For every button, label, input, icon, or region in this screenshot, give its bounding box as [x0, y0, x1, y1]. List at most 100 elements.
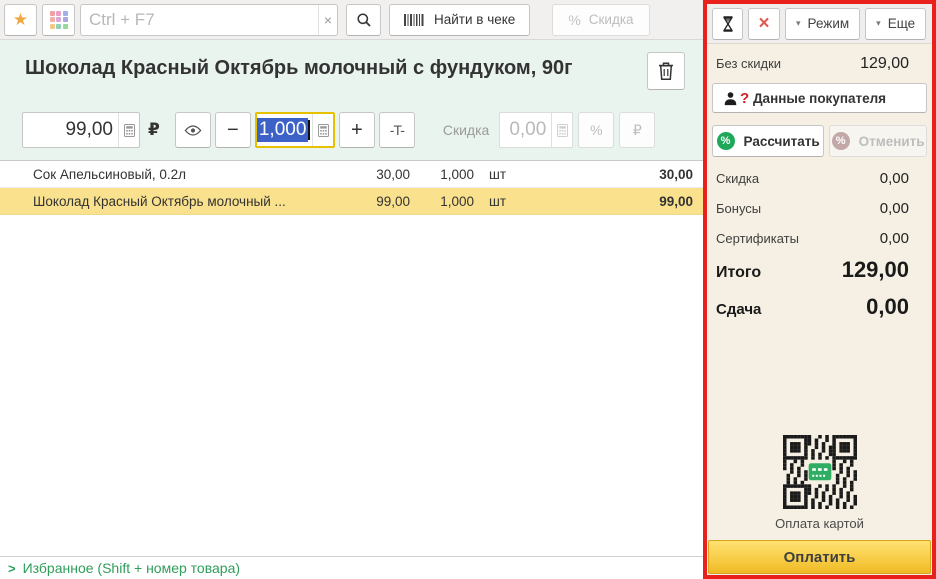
price-calculator-icon[interactable] [118, 113, 139, 147]
total-value: 129,00 [841, 257, 909, 282]
item-unit: шт [489, 166, 507, 182]
summary-row-discount: Скидка 0,00 [716, 170, 909, 187]
line-discount-label: Скидка [442, 122, 490, 138]
payment-panel: × ▾ Режим ▾ Еще Без скидки 129,00 ? Данн… [703, 0, 936, 579]
person-icon [724, 92, 737, 106]
card-icon [808, 463, 831, 481]
calculate-discounts-button[interactable]: % Рассчитать [712, 125, 825, 157]
chevron-down-icon: ▾ [796, 18, 801, 28]
summary-rows: Скидка 0,00 Бонусы 0,00 Сертификаты 0,00 [707, 157, 932, 247]
no-discount-row: Без скидки 129,00 [707, 55, 932, 73]
line-discount-value: 0,00 [509, 119, 547, 140]
item-price: 30,00 [376, 166, 410, 182]
percent-green-icon: % [716, 132, 735, 150]
favorites-expander[interactable]: > Избранное (Shift + номер товара) [0, 556, 703, 579]
close-icon: × [758, 12, 770, 34]
item-total: 99,00 [659, 193, 693, 209]
receipt-items-list: Сок Апельсиновый, 0.2л 30,00 1,000 шт 30… [0, 160, 703, 556]
item-name: Шоколад Красный Октябрь молочный ... [33, 193, 286, 209]
quick-goods-button[interactable] [42, 3, 75, 36]
price-field[interactable]: 99,00 [22, 112, 140, 148]
postpone-receipt-button[interactable] [712, 7, 743, 40]
text-caret [308, 120, 311, 140]
item-controls: 99,00 ₽ − 1,000 + -T- Скидка 0,00 % ₽ [22, 111, 656, 149]
more-dropdown[interactable]: ▾ Еще [865, 7, 927, 40]
chevron-down-icon: ▾ [876, 18, 881, 28]
list-item[interactable]: Сок Апельсиновый, 0.2л 30,00 1,000 шт 30… [0, 161, 703, 188]
favorites-button[interactable]: ★ [4, 3, 37, 36]
panel-toolbar: × ▾ Режим ▾ Еще [707, 4, 932, 44]
cancel-discounts-button[interactable]: % Отменить [829, 125, 927, 157]
line-discount-field[interactable]: 0,00 [499, 112, 574, 148]
top-toolbar: ★ × Найти в чеке % Скидка [0, 0, 703, 40]
card-payment-block: Оплата картой [707, 435, 932, 540]
calculate-label: Рассчитать [743, 133, 820, 149]
total-label: Итого [716, 264, 762, 281]
discount-button[interactable]: % Скидка [552, 3, 650, 36]
item-name: Сок Апельсиновый, 0.2л [33, 166, 187, 182]
product-title: Шоколад Красный Октябрь молочный с фунду… [25, 57, 573, 79]
change-row: Сдача 0,00 [707, 294, 932, 320]
minus-icon: − [227, 118, 239, 141]
hourglass-icon [722, 15, 733, 32]
quantity-value: 1,000 [256, 118, 309, 142]
favorites-label: Избранное (Shift + номер товара) [22, 560, 241, 576]
change-value: 0,00 [866, 294, 909, 319]
pay-button[interactable]: Оплатить [708, 540, 931, 574]
warning-question-icon: ? [740, 90, 750, 107]
qr-code [782, 435, 857, 509]
percent-gray-icon: % [831, 132, 850, 150]
cancel-receipt-button[interactable]: × [748, 7, 780, 40]
find-in-receipt-label: Найти в чеке [434, 12, 516, 27]
chevron-right-icon: > [8, 560, 16, 576]
percent-icon: % [568, 11, 581, 28]
view-item-button[interactable] [174, 112, 211, 148]
currency-symbol: ₽ [148, 120, 160, 139]
card-payment-label: Оплата картой [775, 516, 864, 531]
discount-percent-button[interactable]: % [578, 112, 615, 148]
pay-button-label: Оплатить [783, 548, 856, 566]
summary-row-certificates: Сертификаты 0,00 [716, 230, 909, 247]
no-discount-value: 129,00 [860, 55, 909, 72]
decrease-quantity-button[interactable]: − [214, 112, 251, 148]
change-label: Сдача [716, 301, 762, 318]
discount-ruble-button[interactable]: ₽ [619, 112, 656, 148]
star-icon: ★ [12, 9, 29, 29]
find-in-receipt-button[interactable]: Найти в чеке [389, 3, 531, 36]
discount-calculator-icon [551, 113, 572, 147]
no-discount-label: Без скидки [716, 56, 782, 71]
clear-search-icon[interactable]: × [318, 4, 337, 35]
item-unit: шт [489, 193, 507, 209]
panel-body: Без скидки 129,00 ? Данные покупателя % … [707, 44, 932, 575]
discount-actions-row: % Рассчитать % Отменить [712, 125, 927, 157]
item-quantity: 1,000 [440, 166, 474, 182]
list-item-selected[interactable]: Шоколад Красный Октябрь молочный ... 99,… [0, 188, 703, 215]
item-quantity: 1,000 [440, 193, 474, 209]
customer-data-button[interactable]: ? Данные покупателя [712, 83, 927, 113]
item-total: 30,00 [659, 166, 693, 182]
trash-icon [659, 62, 673, 81]
cancel-label: Отменить [858, 133, 925, 149]
current-item-panel: Шоколад Красный Октябрь молочный с фунду… [0, 40, 703, 160]
barcode-icon [404, 13, 424, 26]
summary-row-bonuses: Бонусы 0,00 [716, 200, 909, 217]
mode-dropdown[interactable]: ▾ Режим [785, 7, 861, 40]
item-price: 99,00 [376, 193, 410, 209]
grid-icon [49, 10, 68, 29]
search-icon [356, 12, 371, 27]
search-input[interactable] [81, 4, 318, 35]
plus-icon: + [351, 118, 363, 141]
total-row: Итого 129,00 [707, 257, 932, 283]
mode-label: Режим [807, 16, 850, 31]
text-input-icon: -T- [389, 122, 405, 138]
quantity-calculator-icon[interactable] [312, 114, 332, 146]
customer-data-label: Данные покупателя [752, 90, 887, 106]
quantity-field[interactable]: 1,000 [254, 112, 335, 148]
increase-quantity-button[interactable]: + [338, 112, 375, 148]
delete-item-button[interactable] [647, 52, 685, 90]
more-label: Еще [887, 16, 916, 31]
search-button[interactable] [346, 3, 381, 36]
search-field-group: × [80, 3, 338, 36]
free-price-button[interactable]: -T- [378, 112, 415, 148]
discount-button-label: Скидка [588, 12, 634, 27]
